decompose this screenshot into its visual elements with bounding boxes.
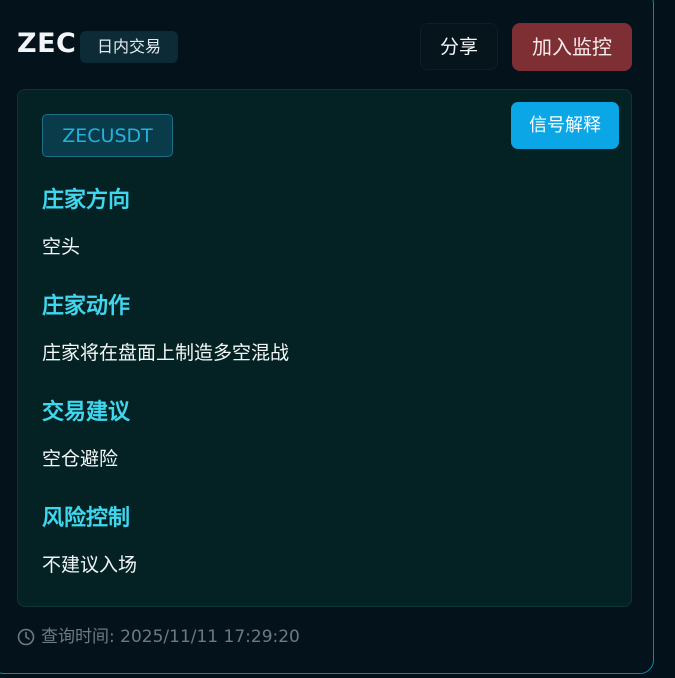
share-button[interactable]: 分享 <box>420 23 498 70</box>
section-value-direction: 空头 <box>42 236 81 258</box>
section-title-risk: 风险控制 <box>42 506 131 531</box>
add-to-watch-button[interactable]: 加入监控 <box>512 23 632 71</box>
section-value-action: 庄家将在盘面上制造多空混战 <box>42 342 290 364</box>
section-title-action: 庄家动作 <box>42 294 131 319</box>
signal-explain-button[interactable]: 信号解释 <box>511 102 619 149</box>
clock-icon <box>17 628 35 646</box>
section-title-advice: 交易建议 <box>42 400 131 425</box>
trade-type-badge: 日内交易 <box>80 31 178 63</box>
section-value-advice: 空仓避险 <box>42 448 119 470</box>
section-title-direction: 庄家方向 <box>42 188 131 213</box>
coin-symbol: ZEC <box>17 28 77 59</box>
query-time-text: 查询时间: 2025/11/11 17:29:20 <box>41 627 300 647</box>
pair-badge: ZECUSDT <box>42 114 173 157</box>
section-value-risk: 不建议入场 <box>42 554 138 576</box>
